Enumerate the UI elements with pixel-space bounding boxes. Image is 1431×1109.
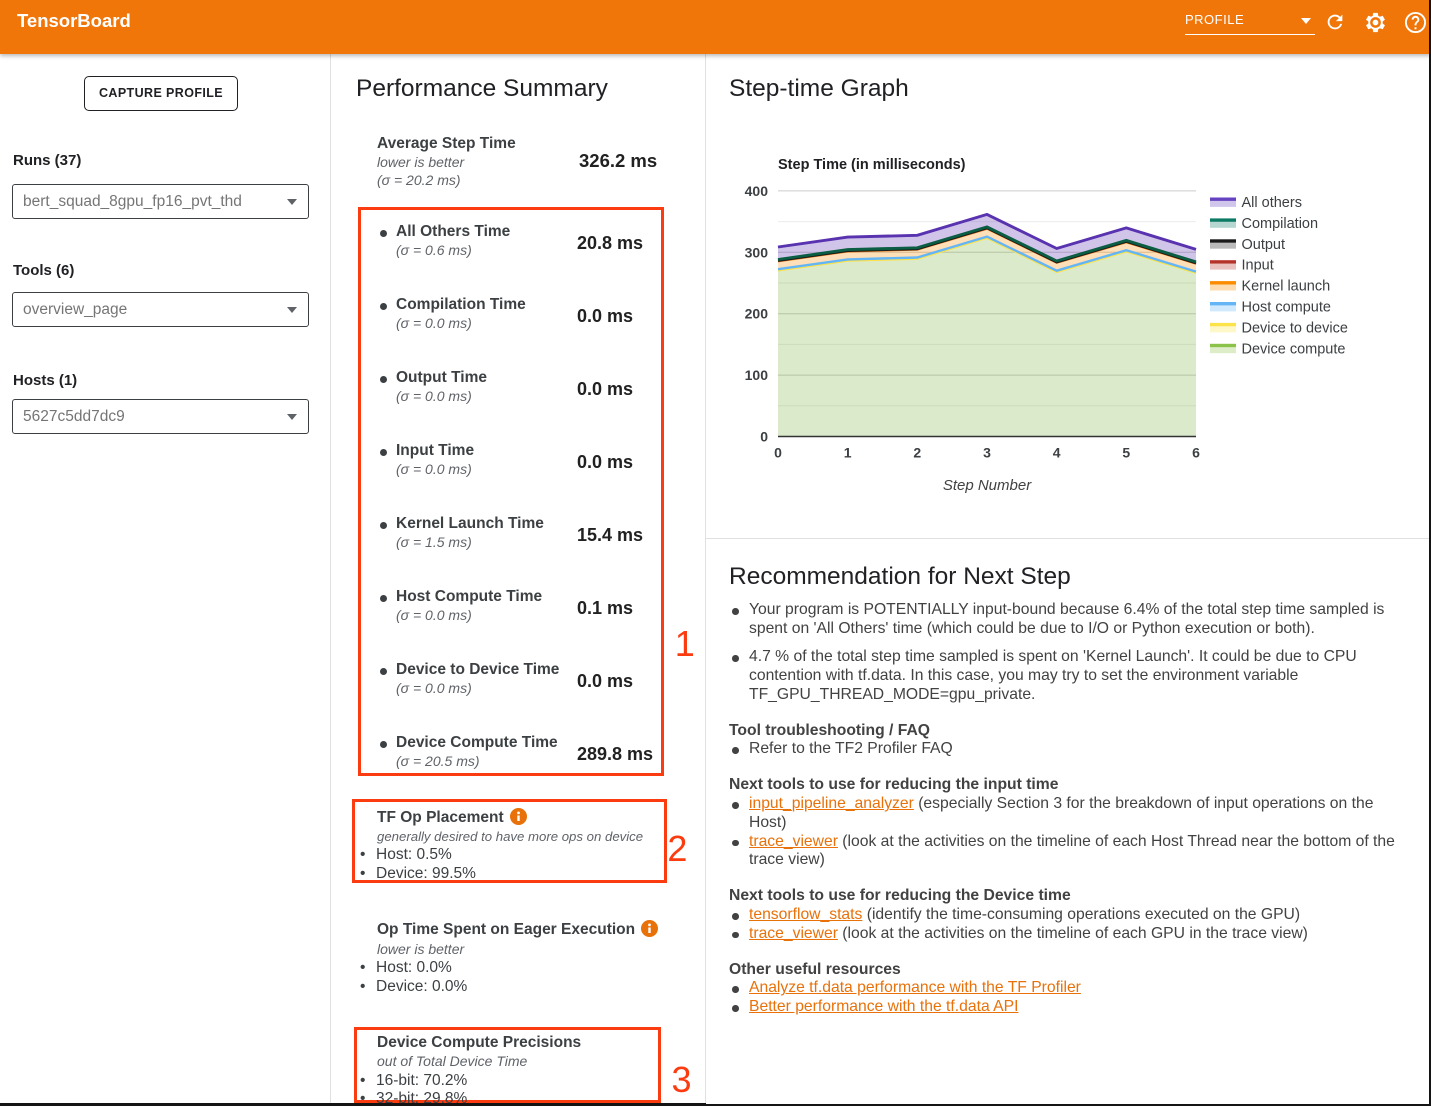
svg-text:0: 0: [760, 429, 768, 445]
svg-text:3: 3: [983, 445, 991, 461]
svg-text:100: 100: [745, 367, 769, 383]
svg-text:Host compute: Host compute: [1242, 300, 1331, 316]
svg-text:Step Number: Step Number: [943, 477, 1032, 494]
svg-text:2: 2: [913, 445, 921, 461]
svg-text:200: 200: [745, 306, 769, 322]
svg-text:6: 6: [1192, 445, 1200, 461]
svg-text:All others: All others: [1242, 195, 1302, 211]
svg-text:0: 0: [774, 445, 782, 461]
svg-text:Kernel launch: Kernel launch: [1242, 279, 1331, 295]
svg-text:Step Time (in milliseconds): Step Time (in milliseconds): [778, 157, 966, 173]
svg-text:400: 400: [745, 183, 769, 199]
svg-text:Output: Output: [1242, 237, 1286, 253]
svg-text:Input: Input: [1242, 258, 1274, 274]
svg-text:4: 4: [1053, 445, 1061, 461]
svg-text:5: 5: [1122, 445, 1130, 461]
svg-text:300: 300: [745, 244, 769, 260]
svg-text:Device compute: Device compute: [1242, 341, 1346, 357]
svg-text:1: 1: [844, 445, 852, 461]
svg-text:Compilation: Compilation: [1242, 216, 1319, 232]
svg-text:Device to device: Device to device: [1242, 320, 1348, 336]
